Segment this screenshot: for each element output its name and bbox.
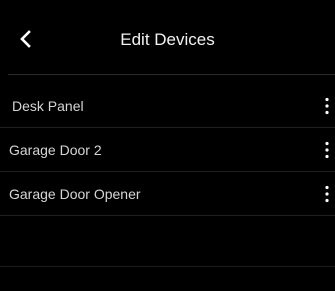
device-name: Garage Door Opener [9,186,141,202]
device-menu-button[interactable] [319,138,335,162]
more-vertical-icon [325,97,329,115]
header-bar: Edit Devices [0,0,335,74]
device-menu-button[interactable] [319,182,335,206]
device-name: Desk Panel [12,98,84,114]
bottom-divider [0,266,335,267]
header-divider [8,74,335,75]
row-divider [0,215,335,216]
device-list: Desk Panel Garage Door 2 Garage Door Ope… [0,84,335,216]
device-row-desk-panel[interactable]: Desk Panel [0,84,335,128]
device-row-garage-door-2[interactable]: Garage Door 2 [0,128,335,172]
more-vertical-icon [325,185,329,203]
more-vertical-icon [325,141,329,159]
device-menu-button[interactable] [319,94,335,118]
device-name: Garage Door 2 [9,142,102,158]
page-title: Edit Devices [120,30,215,49]
edit-devices-screen: Edit Devices Desk Panel Garage Door 2 Ga… [0,0,335,291]
device-row-garage-door-opener[interactable]: Garage Door Opener [0,172,335,216]
